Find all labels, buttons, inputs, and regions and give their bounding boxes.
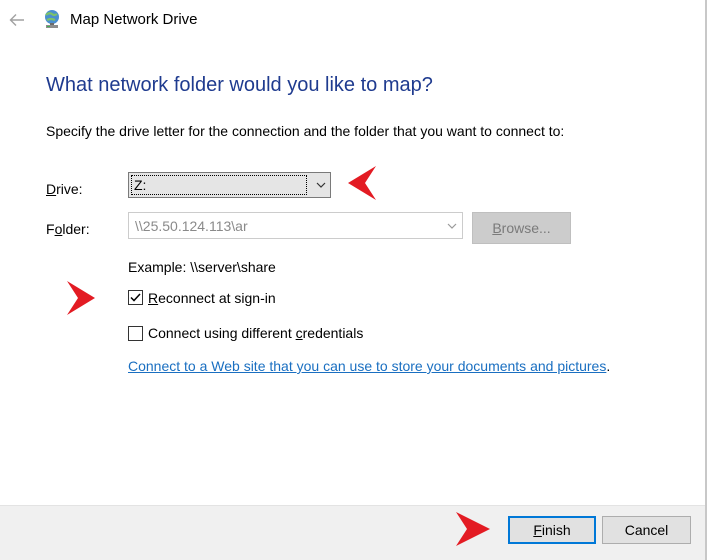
browse-button[interactable]: Browse...	[472, 212, 571, 244]
red-arrow-pointer-icon	[67, 281, 95, 315]
chevron-down-icon	[447, 223, 457, 229]
finish-button[interactable]: Finish	[508, 516, 596, 544]
reconnect-label[interactable]: Reconnect at sign-in	[148, 290, 276, 306]
back-button[interactable]	[6, 9, 28, 31]
browse-label-rest: rowse...	[501, 220, 551, 236]
credentials-mnemonic: c	[295, 325, 303, 341]
example-text: Example: \\server\share	[128, 259, 276, 275]
credentials-label[interactable]: Connect using different credentials	[148, 325, 363, 341]
red-arrow-pointer-icon	[348, 166, 376, 200]
web-site-link-period: .	[606, 358, 611, 374]
reconnect-mnemonic: R	[148, 290, 159, 306]
drive-label-mnemonic: D	[46, 181, 57, 197]
back-arrow-icon	[9, 14, 24, 26]
window-title: Map Network Drive	[70, 11, 198, 28]
folder-label-prefix: F	[46, 221, 55, 237]
folder-label: Folder:	[46, 221, 90, 237]
drive-letter-value: Z:	[131, 175, 307, 195]
reconnect-label-rest: econnect at sign-in	[158, 290, 276, 306]
folder-combobox[interactable]	[128, 212, 463, 239]
web-site-link[interactable]: Connect to a Web site that you can use t…	[128, 358, 610, 374]
instruction-text: Specify the drive letter for the connect…	[46, 123, 565, 139]
folder-label-rest: lder:	[62, 221, 90, 237]
reconnect-checkbox[interactable]	[128, 290, 143, 305]
page-heading: What network folder would you like to ma…	[46, 74, 433, 96]
chevron-down-icon	[316, 182, 326, 188]
credentials-label-rest: redentials	[302, 325, 364, 341]
checkmark-icon	[130, 293, 141, 302]
drive-letter-select[interactable]: Z:	[128, 172, 331, 198]
finish-label-rest: inish	[541, 522, 571, 538]
browse-mnemonic: B	[492, 220, 502, 236]
folder-input[interactable]	[135, 216, 435, 235]
drive-label: Drive:	[46, 181, 83, 197]
red-arrow-pointer-icon	[456, 512, 490, 546]
credentials-label-prefix: Connect using different	[148, 325, 296, 341]
title-bar: Map Network Drive	[0, 0, 705, 40]
network-drive-icon	[45, 10, 59, 28]
drive-label-rest: rive:	[56, 181, 83, 197]
web-site-link-text[interactable]: Connect to a Web site that you can use t…	[128, 358, 606, 374]
dialog-footer	[0, 505, 705, 560]
cancel-button[interactable]: Cancel	[602, 516, 691, 544]
finish-mnemonic: F	[533, 522, 542, 538]
credentials-checkbox[interactable]	[128, 326, 143, 341]
